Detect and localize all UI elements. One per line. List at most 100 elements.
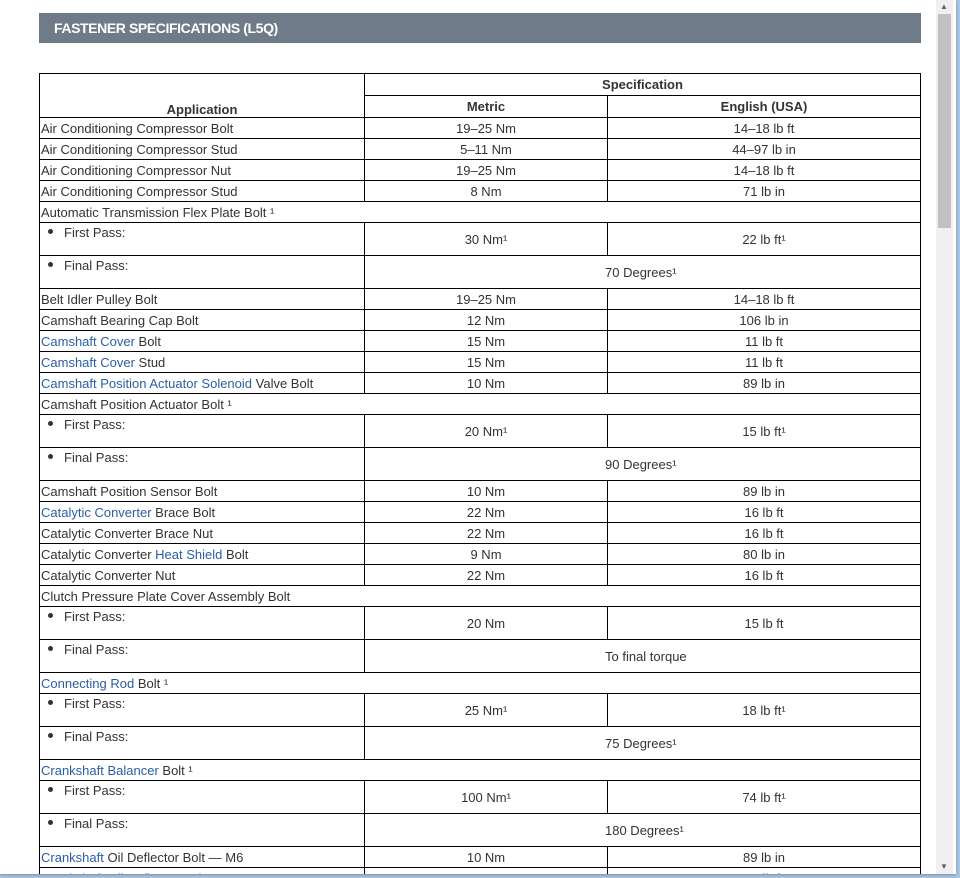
application-link[interactable]: Camshaft Cover — [41, 334, 135, 349]
scroll-up-arrow-icon[interactable]: ▲ — [940, 2, 948, 11]
application-text: Camshaft Position Actuator Bolt ¹ — [41, 396, 232, 412]
table-row: Connecting Rod Bolt ¹ — [39, 672, 921, 694]
application-cell: Camshaft Position Actuator Bolt ¹ — [39, 393, 921, 415]
english-cell: 106 lb in — [607, 309, 921, 331]
application-text: Camshaft Bearing Cap Bolt — [41, 312, 199, 328]
application-link[interactable]: Camshaft Position Actuator Solenoid — [41, 376, 252, 391]
english-cell: 22 lb ft¹ — [607, 222, 921, 256]
pass-label-cell: Final Pass: — [39, 639, 365, 673]
header-application: Application — [39, 73, 365, 118]
metric-cell: 22 Nm — [364, 501, 608, 523]
english-cell: 16 lb ft — [607, 501, 921, 523]
pass-label-cell: Final Pass: — [39, 813, 365, 847]
metric-cell: 30 Nm¹ — [364, 222, 608, 256]
table-row: First Pass: 30 Nm¹ 22 lb ft¹ — [39, 222, 921, 256]
scroll-down-arrow-icon[interactable]: ▼ — [940, 862, 948, 871]
english-cell: 15 lb ft¹ — [607, 414, 921, 448]
metric-cell: 19–25 Nm — [364, 117, 608, 139]
application-cell: Connecting Rod Bolt ¹ — [39, 672, 921, 694]
table-row: Final Pass: 180 Degrees¹ — [39, 813, 921, 847]
section-title-bar: FASTENER SPECIFICATIONS (L5Q) — [39, 13, 921, 43]
application-cell: Crankshaft Oil Deflector Bolt — M6 — [39, 846, 365, 868]
table-row: Catalytic Converter Nut 22 Nm 16 lb ft — [39, 564, 921, 586]
application-link[interactable]: Camshaft Cover — [41, 355, 135, 370]
application-cell: Catalytic Converter Nut — [39, 564, 365, 586]
scrollbar-thumb[interactable] — [938, 14, 951, 228]
application-cell: Air Conditioning Compressor Nut — [39, 159, 365, 181]
english-cell: 74 lb ft¹ — [607, 780, 921, 814]
metric-cell: 10 Nm — [364, 846, 608, 868]
pass-label-cell: Final Pass: — [39, 447, 365, 481]
table-row: Camshaft Position Sensor Bolt 10 Nm 89 lb … — [39, 480, 921, 502]
application-link[interactable]: Crankshaft — [41, 871, 104, 875]
application-cell: Catalytic Converter Heat Shield Bolt — [39, 543, 365, 565]
application-text: Clutch Pressure Plate Cover Assembly Bol… — [41, 588, 291, 604]
application-cell: Catalytic Converter Brace Nut — [39, 522, 365, 544]
metric-cell: 20 Nm¹ — [364, 414, 608, 448]
pass-label: First Pass: — [64, 225, 126, 240]
table-row: First Pass: 20 Nm¹ 15 lb ft¹ — [39, 414, 921, 448]
combined-spec-cell: 90 Degrees¹ — [364, 447, 921, 481]
table-row: Final Pass: 75 Degrees¹ — [39, 726, 921, 760]
document-window: FASTENER SPECIFICATIONS (L5Q) Applicatio… — [0, 0, 956, 874]
english-cell: 16 lb ft — [607, 564, 921, 586]
english-cell: 16 lb ft — [607, 522, 921, 544]
pass-label: Final Pass: — [64, 258, 129, 273]
application-text: Catalytic Converter — [41, 546, 156, 562]
table-body: Air Conditioning Compressor Bolt 19–25 Nm… — [39, 117, 921, 875]
metric-cell: 9 Nm — [364, 543, 608, 565]
table-row: Final Pass: 90 Degrees¹ — [39, 447, 921, 481]
application-link[interactable]: Catalytic Converter — [41, 505, 152, 520]
table-row: Crankshaft Oil Deflector Bolt — M825 Nm1… — [39, 867, 921, 875]
bullet-icon — [48, 229, 53, 235]
application-text: Bolt — [134, 333, 161, 349]
application-cell: Air Conditioning Compressor Stud — [39, 138, 365, 160]
english-cell: 15 lb ft — [607, 606, 921, 640]
metric-cell: 12 Nm — [364, 309, 608, 331]
bullet-icon — [48, 613, 53, 619]
application-cell: Camshaft Cover Bolt — [39, 330, 365, 352]
bullet-icon — [48, 262, 53, 268]
english-cell: 80 lb in — [607, 543, 921, 565]
metric-cell: 19–25 Nm — [364, 288, 608, 310]
bullet-icon — [48, 733, 53, 739]
table-row: Clutch Pressure Plate Cover Assembly Bol… — [39, 585, 921, 607]
vertical-scrollbar[interactable]: ▲ ▼ — [936, 0, 953, 874]
application-link[interactable]: Crankshaft Balancer — [41, 763, 159, 778]
header-metric: Metric — [364, 95, 608, 118]
combined-spec-cell: 180 Degrees¹ — [364, 813, 921, 847]
bullet-icon — [48, 454, 53, 460]
application-text: Automatic Transmission Flex Plate Bolt ¹ — [41, 204, 275, 220]
application-cell: Crankshaft Oil Deflector Bolt — M8 — [39, 867, 365, 875]
application-text: Oil Deflector Bolt — M6 — [103, 849, 244, 865]
table-row: Camshaft Cover Bolt 15 Nm 11 lb ft — [39, 330, 921, 352]
pass-label-cell: First Pass: — [39, 693, 365, 727]
pass-label-cell: First Pass: — [39, 222, 365, 256]
pass-label-cell: First Pass: — [39, 414, 365, 448]
english-cell: 71 lb in — [607, 180, 921, 202]
table-row: First Pass: 25 Nm¹ 18 lb ft¹ — [39, 693, 921, 727]
application-link[interactable]: Heat Shield — [155, 547, 222, 562]
metric-cell: 15 Nm — [364, 351, 608, 373]
combined-spec-cell: 70 Degrees¹ — [364, 255, 921, 289]
metric-cell: 20 Nm — [364, 606, 608, 640]
pass-label: First Pass: — [64, 696, 126, 711]
application-text: Belt Idler Pulley Bolt — [41, 291, 158, 307]
metric-cell: 15 Nm — [364, 330, 608, 352]
application-text: Air Conditioning Compressor Nut — [41, 162, 232, 178]
metric-cell: 5–11 Nm — [364, 138, 608, 160]
application-link[interactable]: Connecting Rod — [41, 676, 134, 691]
application-text: Catalytic Converter Nut — [41, 567, 176, 583]
table-row: Camshaft Bearing Cap Bolt 12 Nm 106 lb in — [39, 309, 921, 331]
application-cell: Clutch Pressure Plate Cover Assembly Bol… — [39, 585, 921, 607]
english-cell: 89 lb in — [607, 480, 921, 502]
metric-cell: 22 Nm — [364, 522, 608, 544]
table-row: Air Conditioning Compressor Stud 5–11 Nm 4… — [39, 138, 921, 160]
table-row: Camshaft Cover Stud 15 Nm 11 lb ft — [39, 351, 921, 373]
application-link[interactable]: Crankshaft — [41, 850, 104, 865]
bullet-icon — [48, 700, 53, 706]
table-row: Catalytic Converter Brace Nut 22 Nm 16 lb … — [39, 522, 921, 544]
application-text: Valve Bolt — [252, 375, 314, 391]
section-title: FASTENER SPECIFICATIONS (L5Q) — [54, 20, 278, 36]
application-cell: Air Conditioning Compressor Stud — [39, 180, 365, 202]
